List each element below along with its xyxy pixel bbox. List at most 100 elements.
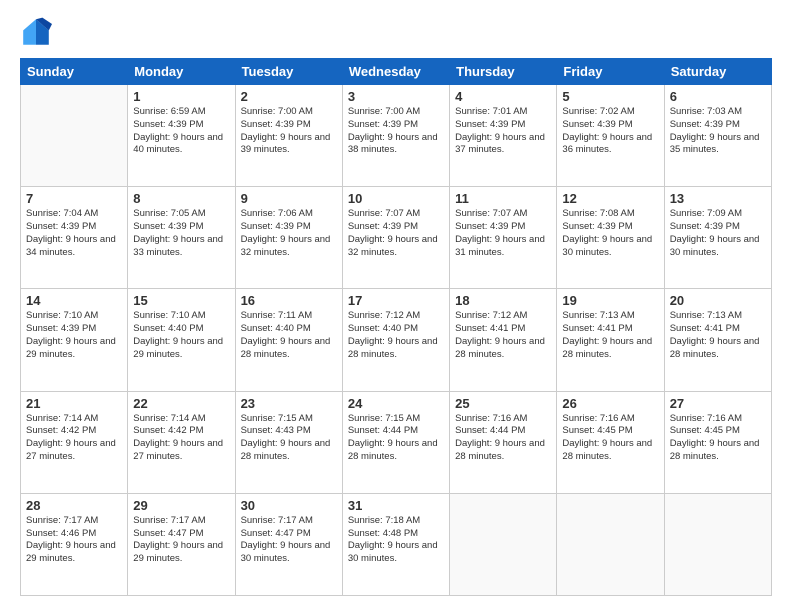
day-info: Sunrise: 7:12 AM Sunset: 4:40 PM Dayligh… bbox=[348, 310, 444, 361]
day-number: 4 bbox=[455, 89, 551, 104]
day-number: 11 bbox=[455, 191, 551, 206]
day-number: 17 bbox=[348, 293, 444, 308]
day-number: 31 bbox=[348, 498, 444, 513]
table-row: 7 Sunrise: 7:04 AM Sunset: 4:39 PM Dayli… bbox=[21, 187, 128, 289]
daylight-label: Daylight: 9 hours and 32 minutes. bbox=[348, 234, 438, 258]
sunset-label: Sunset: 4:39 PM bbox=[455, 119, 525, 130]
day-number: 16 bbox=[241, 293, 337, 308]
sunrise-label: Sunrise: 7:11 AM bbox=[241, 310, 313, 321]
sunset-label: Sunset: 4:39 PM bbox=[133, 119, 203, 130]
col-thursday: Thursday bbox=[450, 59, 557, 85]
sunset-label: Sunset: 4:41 PM bbox=[562, 323, 632, 334]
daylight-label: Daylight: 9 hours and 28 minutes. bbox=[562, 438, 652, 462]
table-row: 28 Sunrise: 7:17 AM Sunset: 4:46 PM Dayl… bbox=[21, 493, 128, 595]
day-number: 13 bbox=[670, 191, 766, 206]
sunrise-label: Sunrise: 7:12 AM bbox=[455, 310, 527, 321]
day-info: Sunrise: 7:17 AM Sunset: 4:46 PM Dayligh… bbox=[26, 515, 122, 566]
table-row: 22 Sunrise: 7:14 AM Sunset: 4:42 PM Dayl… bbox=[128, 391, 235, 493]
day-info: Sunrise: 7:14 AM Sunset: 4:42 PM Dayligh… bbox=[133, 413, 229, 464]
table-row: 2 Sunrise: 7:00 AM Sunset: 4:39 PM Dayli… bbox=[235, 85, 342, 187]
daylight-label: Daylight: 9 hours and 28 minutes. bbox=[455, 336, 545, 360]
daylight-label: Daylight: 9 hours and 37 minutes. bbox=[455, 132, 545, 156]
sunrise-label: Sunrise: 7:06 AM bbox=[241, 208, 313, 219]
table-row: 16 Sunrise: 7:11 AM Sunset: 4:40 PM Dayl… bbox=[235, 289, 342, 391]
day-info: Sunrise: 7:18 AM Sunset: 4:48 PM Dayligh… bbox=[348, 515, 444, 566]
day-info: Sunrise: 7:05 AM Sunset: 4:39 PM Dayligh… bbox=[133, 208, 229, 259]
sunset-label: Sunset: 4:41 PM bbox=[455, 323, 525, 334]
day-info: Sunrise: 7:14 AM Sunset: 4:42 PM Dayligh… bbox=[26, 413, 122, 464]
daylight-label: Daylight: 9 hours and 40 minutes. bbox=[133, 132, 223, 156]
table-row: 14 Sunrise: 7:10 AM Sunset: 4:39 PM Dayl… bbox=[21, 289, 128, 391]
table-row: 27 Sunrise: 7:16 AM Sunset: 4:45 PM Dayl… bbox=[664, 391, 771, 493]
table-row: 24 Sunrise: 7:15 AM Sunset: 4:44 PM Dayl… bbox=[342, 391, 449, 493]
sunrise-label: Sunrise: 6:59 AM bbox=[133, 106, 205, 117]
table-row: 15 Sunrise: 7:10 AM Sunset: 4:40 PM Dayl… bbox=[128, 289, 235, 391]
col-friday: Friday bbox=[557, 59, 664, 85]
sunrise-label: Sunrise: 7:00 AM bbox=[348, 106, 420, 117]
day-number: 5 bbox=[562, 89, 658, 104]
table-row: 8 Sunrise: 7:05 AM Sunset: 4:39 PM Dayli… bbox=[128, 187, 235, 289]
col-sunday: Sunday bbox=[21, 59, 128, 85]
sunrise-label: Sunrise: 7:18 AM bbox=[348, 515, 420, 526]
daylight-label: Daylight: 9 hours and 28 minutes. bbox=[670, 438, 760, 462]
day-info: Sunrise: 7:10 AM Sunset: 4:39 PM Dayligh… bbox=[26, 310, 122, 361]
table-row: 20 Sunrise: 7:13 AM Sunset: 4:41 PM Dayl… bbox=[664, 289, 771, 391]
day-number: 30 bbox=[241, 498, 337, 513]
sunrise-label: Sunrise: 7:17 AM bbox=[133, 515, 205, 526]
day-info: Sunrise: 7:16 AM Sunset: 4:45 PM Dayligh… bbox=[562, 413, 658, 464]
day-info: Sunrise: 7:16 AM Sunset: 4:45 PM Dayligh… bbox=[670, 413, 766, 464]
day-number: 9 bbox=[241, 191, 337, 206]
table-row: 4 Sunrise: 7:01 AM Sunset: 4:39 PM Dayli… bbox=[450, 85, 557, 187]
day-info: Sunrise: 7:07 AM Sunset: 4:39 PM Dayligh… bbox=[348, 208, 444, 259]
sunset-label: Sunset: 4:39 PM bbox=[348, 221, 418, 232]
day-info: Sunrise: 7:12 AM Sunset: 4:41 PM Dayligh… bbox=[455, 310, 551, 361]
daylight-label: Daylight: 9 hours and 31 minutes. bbox=[455, 234, 545, 258]
sunset-label: Sunset: 4:39 PM bbox=[241, 221, 311, 232]
sunset-label: Sunset: 4:39 PM bbox=[26, 323, 96, 334]
sunset-label: Sunset: 4:42 PM bbox=[133, 425, 203, 436]
sunrise-label: Sunrise: 7:16 AM bbox=[670, 413, 742, 424]
sunset-label: Sunset: 4:39 PM bbox=[241, 119, 311, 130]
table-row bbox=[664, 493, 771, 595]
day-number: 18 bbox=[455, 293, 551, 308]
table-row: 1 Sunrise: 6:59 AM Sunset: 4:39 PM Dayli… bbox=[128, 85, 235, 187]
sunrise-label: Sunrise: 7:08 AM bbox=[562, 208, 634, 219]
sunset-label: Sunset: 4:39 PM bbox=[670, 221, 740, 232]
table-row: 11 Sunrise: 7:07 AM Sunset: 4:39 PM Dayl… bbox=[450, 187, 557, 289]
sunrise-label: Sunrise: 7:07 AM bbox=[348, 208, 420, 219]
table-row: 30 Sunrise: 7:17 AM Sunset: 4:47 PM Dayl… bbox=[235, 493, 342, 595]
table-row: 9 Sunrise: 7:06 AM Sunset: 4:39 PM Dayli… bbox=[235, 187, 342, 289]
daylight-label: Daylight: 9 hours and 30 minutes. bbox=[670, 234, 760, 258]
day-number: 23 bbox=[241, 396, 337, 411]
sunrise-label: Sunrise: 7:07 AM bbox=[455, 208, 527, 219]
sunset-label: Sunset: 4:45 PM bbox=[562, 425, 632, 436]
daylight-label: Daylight: 9 hours and 35 minutes. bbox=[670, 132, 760, 156]
day-number: 7 bbox=[26, 191, 122, 206]
day-info: Sunrise: 7:11 AM Sunset: 4:40 PM Dayligh… bbox=[241, 310, 337, 361]
calendar-week-row: 7 Sunrise: 7:04 AM Sunset: 4:39 PM Dayli… bbox=[21, 187, 772, 289]
sunrise-label: Sunrise: 7:02 AM bbox=[562, 106, 634, 117]
sunrise-label: Sunrise: 7:10 AM bbox=[26, 310, 98, 321]
daylight-label: Daylight: 9 hours and 39 minutes. bbox=[241, 132, 331, 156]
sunrise-label: Sunrise: 7:14 AM bbox=[26, 413, 98, 424]
daylight-label: Daylight: 9 hours and 28 minutes. bbox=[670, 336, 760, 360]
logo bbox=[20, 16, 56, 48]
day-number: 24 bbox=[348, 396, 444, 411]
table-row bbox=[450, 493, 557, 595]
sunrise-label: Sunrise: 7:00 AM bbox=[241, 106, 313, 117]
day-info: Sunrise: 7:02 AM Sunset: 4:39 PM Dayligh… bbox=[562, 106, 658, 157]
sunset-label: Sunset: 4:39 PM bbox=[562, 221, 632, 232]
sunset-label: Sunset: 4:39 PM bbox=[455, 221, 525, 232]
table-row: 31 Sunrise: 7:18 AM Sunset: 4:48 PM Dayl… bbox=[342, 493, 449, 595]
sunrise-label: Sunrise: 7:15 AM bbox=[348, 413, 420, 424]
daylight-label: Daylight: 9 hours and 34 minutes. bbox=[26, 234, 116, 258]
day-info: Sunrise: 7:01 AM Sunset: 4:39 PM Dayligh… bbox=[455, 106, 551, 157]
day-number: 10 bbox=[348, 191, 444, 206]
sunset-label: Sunset: 4:44 PM bbox=[348, 425, 418, 436]
sunset-label: Sunset: 4:43 PM bbox=[241, 425, 311, 436]
sunset-label: Sunset: 4:40 PM bbox=[241, 323, 311, 334]
sunset-label: Sunset: 4:45 PM bbox=[670, 425, 740, 436]
sunset-label: Sunset: 4:48 PM bbox=[348, 528, 418, 539]
sunrise-label: Sunrise: 7:09 AM bbox=[670, 208, 742, 219]
daylight-label: Daylight: 9 hours and 29 minutes. bbox=[133, 336, 223, 360]
